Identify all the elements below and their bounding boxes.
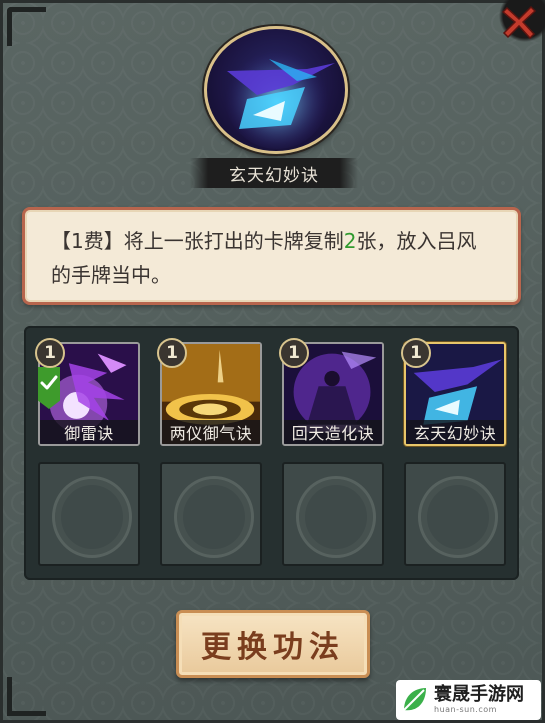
empty-card-slot[interactable]	[282, 462, 384, 566]
close-button[interactable]	[485, 0, 545, 48]
skill-name: 玄天幻妙诀	[229, 165, 319, 186]
slot-ring	[174, 476, 254, 558]
slot-ring	[52, 476, 132, 558]
empty-card-slot[interactable]	[38, 462, 140, 566]
skill-description: 【1费】将上一张打出的卡牌复制2张，放入吕风的手牌当中。	[22, 207, 521, 305]
card-name: 玄天幻妙诀	[406, 420, 504, 444]
empty-card-slot[interactable]	[160, 462, 262, 566]
cost-badge: 1	[279, 338, 309, 368]
checkmark-icon	[40, 375, 58, 390]
slot-ring	[296, 476, 376, 558]
close-x-icon[interactable]	[499, 2, 539, 42]
cost-badge: 1	[157, 338, 187, 368]
skill-name-plate: 玄天幻妙诀	[190, 158, 358, 188]
watermark-title: 寰晟手游网	[434, 684, 524, 705]
equipped-badge	[38, 367, 60, 409]
skill-portrait	[204, 26, 348, 154]
swap-skill-label: 更换功法	[201, 630, 345, 665]
corner-ornament-top-left	[7, 7, 46, 46]
watermark-url: huan-sun.com	[434, 705, 497, 714]
cost-badge: 1	[35, 338, 65, 368]
card-name: 两仪御气诀	[162, 420, 260, 444]
swap-skill-button[interactable]: 更换功法	[176, 610, 370, 678]
cost-badge: 1	[401, 338, 431, 368]
card-name: 回天造化诀	[284, 420, 382, 444]
slot-ring	[418, 476, 498, 558]
corner-ornament-bottom-left	[7, 677, 46, 716]
description-prefix: 【1费】将上一张打出的卡牌复制	[51, 229, 344, 253]
leaf-logo-icon	[403, 688, 426, 711]
card-name: 御雷诀	[40, 420, 138, 444]
empty-card-slot[interactable]	[404, 462, 506, 566]
description-highlight-number: 2	[343, 229, 357, 253]
site-watermark: 寰晟手游网 huan-sun.com	[396, 680, 541, 720]
blue-crane-wing-icon	[225, 45, 335, 149]
